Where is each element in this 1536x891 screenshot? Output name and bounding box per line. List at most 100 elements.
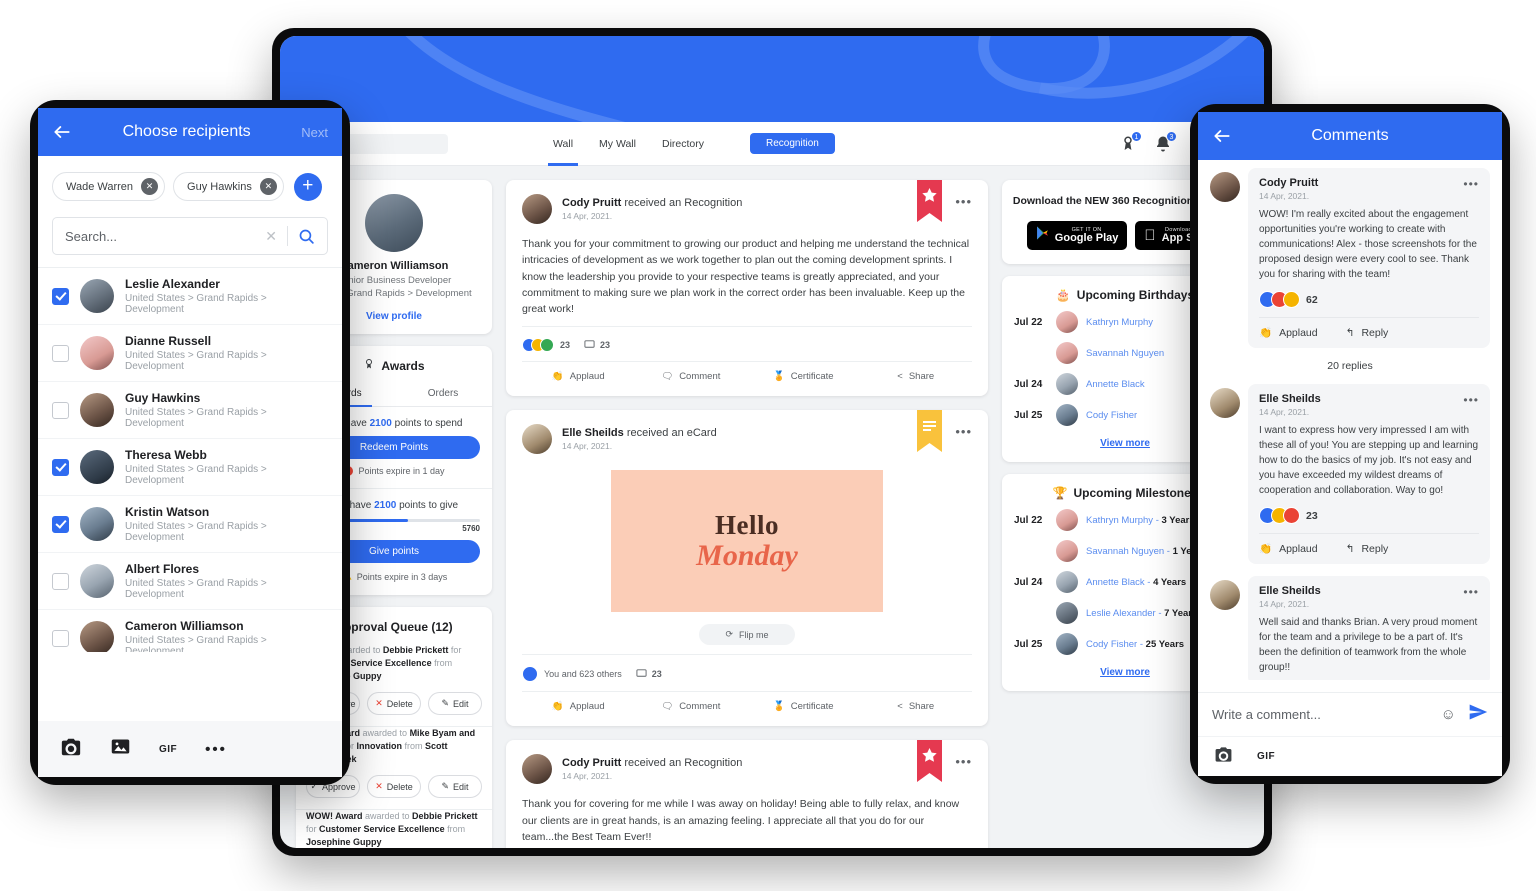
post-body: Thank you for your commitment to growing… (522, 238, 970, 316)
comment-count: 23 (600, 340, 611, 351)
more-icon[interactable]: ••• (1463, 177, 1479, 191)
gif-icon[interactable]: GIF (159, 744, 177, 755)
birthday-name[interactable]: Kathryn Murphy (1086, 317, 1153, 328)
tab-wall[interactable]: Wall (547, 122, 579, 166)
checkbox[interactable] (52, 401, 69, 419)
applaud-button[interactable]: 👏 Applaud (522, 701, 635, 712)
reaction-summary[interactable]: You and 623 others (522, 666, 622, 683)
comment-reactions[interactable]: 23 (1259, 498, 1479, 533)
checkbox[interactable] (52, 515, 69, 533)
comment-button[interactable]: 🗨 Comment (635, 371, 748, 382)
recipient-chip[interactable]: Guy Hawkins ✕ (173, 172, 284, 201)
milestone-name[interactable]: Savannah Nguyen - 1 Year (1086, 546, 1200, 557)
list-item[interactable]: Leslie Alexander United States > Grand Ra… (38, 268, 342, 325)
tab-my-wall[interactable]: My Wall (599, 122, 636, 166)
reaction-icon (540, 338, 554, 353)
milestone-name[interactable]: Annette Black - 4 Years (1086, 577, 1186, 588)
reply-button[interactable]: ↰ Reply (1346, 326, 1389, 339)
post-header: Cody Pruitt received an Recognition 14 A… (522, 194, 972, 224)
checkbox[interactable] (52, 344, 69, 362)
more-icon[interactable]: ••• (1463, 393, 1479, 407)
milestone-name[interactable]: Leslie Alexander - 7 Years (1086, 608, 1197, 619)
reply-button[interactable]: ↰ Reply (1346, 542, 1389, 555)
choose-recipients-panel: Choose recipients Next Wade Warren ✕ Guy… (38, 108, 342, 777)
checkbox[interactable] (52, 629, 69, 647)
birthday-name[interactable]: Cody Fisher (1086, 410, 1137, 421)
close-icon[interactable]: ✕ (265, 228, 277, 245)
certificate-button[interactable]: 🏅 Certificate (747, 701, 860, 712)
comment-icon (584, 339, 595, 352)
list-item[interactable]: Kristin Watson United States > Grand Rapi… (38, 496, 342, 553)
spend-points: 2100 (369, 418, 392, 429)
share-button[interactable]: < Share (860, 371, 973, 382)
birthday-date: Jul 25 (1014, 409, 1043, 421)
more-icon[interactable]: ••• (955, 194, 972, 209)
comment-reactions[interactable]: 62 (1259, 282, 1479, 317)
post-author-line: Elle Sheilds received an eCard (562, 427, 717, 439)
milestone-name[interactable]: Cody Fisher - 25 Years (1086, 639, 1184, 650)
list-item[interactable]: Theresa Webb United States > Grand Rapids… (38, 439, 342, 496)
edit-button[interactable]: ✎ Edit (428, 692, 482, 716)
reaction-summary[interactable]: 23 (522, 338, 570, 353)
ecard-line1: Hello (715, 509, 779, 540)
comments-list[interactable]: ••• Cody Pruitt 14 Apr, 2021. WOW! I'm r… (1198, 160, 1502, 680)
comment-input[interactable] (1212, 707, 1429, 722)
checkbox[interactable] (52, 458, 69, 476)
send-icon[interactable] (1468, 702, 1488, 727)
delete-button[interactable]: ✕ Delete (367, 775, 421, 799)
avatar (1056, 373, 1078, 396)
google-play-button[interactable]: GET IT ON Google Play (1026, 221, 1128, 251)
certificate-button[interactable]: 🏅 Certificate (747, 371, 860, 382)
birthday-name[interactable]: Annette Black (1086, 379, 1145, 390)
person-name: Kristin Watson (125, 505, 210, 519)
edit-button[interactable]: ✎ Edit (428, 775, 482, 799)
delete-button[interactable]: ✕ Delete (367, 692, 421, 716)
more-icon[interactable]: ••• (955, 754, 972, 769)
replies-link[interactable]: 20 replies (1210, 360, 1490, 372)
tab-directory[interactable]: Directory (662, 122, 704, 166)
bell-icon[interactable]: 3 (1154, 130, 1177, 153)
plus-icon[interactable]: + (293, 172, 322, 201)
award-icon[interactable]: 1 (1119, 130, 1142, 153)
flip-me-button[interactable]: ⟳ Flip me (699, 624, 795, 646)
image-icon[interactable] (110, 736, 131, 762)
reaction-count: 23 (1306, 509, 1318, 522)
applaud-button[interactable]: 👏 Applaud (1259, 326, 1318, 340)
arrow-left-icon[interactable] (1212, 126, 1232, 146)
post-reactions: 23 23 (522, 326, 972, 361)
list-item[interactable]: Cameron Williamson United States > Grand … (38, 610, 342, 652)
camera-icon[interactable] (1214, 745, 1233, 769)
arrow-left-icon[interactable] (52, 122, 72, 142)
close-icon[interactable]: ✕ (141, 178, 159, 195)
nav-tabs: Wall My Wall Directory Recognition (547, 122, 835, 166)
next-button[interactable]: Next (301, 125, 328, 140)
people-list[interactable]: Leslie Alexander United States > Grand Ra… (38, 267, 342, 652)
search-input[interactable] (65, 228, 256, 244)
share-label: Share (908, 701, 935, 713)
applaud-button[interactable]: 👏 Applaud (1259, 542, 1318, 556)
subtab-orders[interactable]: Orders (394, 382, 492, 406)
comment-text: WOW! I'm really excited about the engage… (1259, 209, 1477, 280)
checkbox[interactable] (52, 572, 69, 590)
close-icon[interactable]: ✕ (259, 178, 277, 195)
search-icon[interactable] (298, 228, 315, 245)
more-icon[interactable]: ••• (1463, 585, 1479, 599)
list-item[interactable]: Guy Hawkins United States > Grand Rapids … (38, 382, 342, 439)
camera-icon[interactable] (60, 736, 82, 763)
recognition-button[interactable]: Recognition (750, 133, 835, 154)
emoji-icon[interactable]: ☺ (1441, 706, 1456, 723)
list-item[interactable]: Albert Flores United States > Grand Rapid… (38, 553, 342, 610)
gif-icon[interactable]: GIF (1257, 751, 1275, 762)
share-button[interactable]: < Share (860, 701, 973, 712)
more-icon[interactable]: ••• (955, 424, 972, 439)
comment-count-group[interactable]: 23 (636, 668, 662, 681)
recipient-chip[interactable]: Wade Warren ✕ (52, 172, 166, 201)
birthday-name[interactable]: Savannah Nguyen (1086, 348, 1164, 359)
comment-count-group[interactable]: 23 (584, 339, 610, 352)
more-icon[interactable]: ••• (205, 741, 227, 758)
list-item[interactable]: Dianne Russell United States > Grand Rapi… (38, 325, 342, 382)
applaud-button[interactable]: 👏 Applaud (522, 371, 635, 382)
checkbox[interactable] (52, 287, 69, 305)
milestone-name[interactable]: Kathryn Murphy - 3 Years (1086, 515, 1195, 526)
comment-button[interactable]: 🗨 Comment (635, 701, 748, 712)
